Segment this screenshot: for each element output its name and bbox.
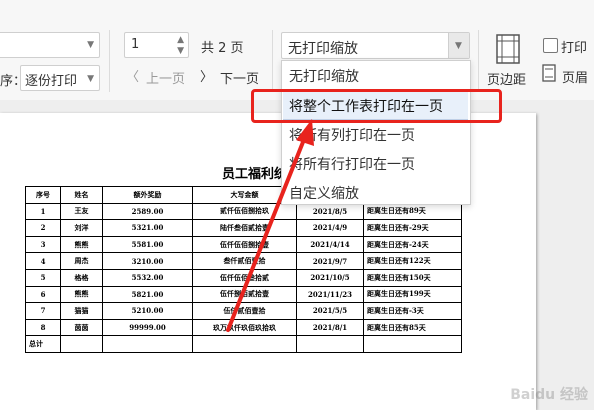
annotation-arrow [226, 119, 314, 332]
watermark: Baidu 经验 [510, 387, 588, 403]
